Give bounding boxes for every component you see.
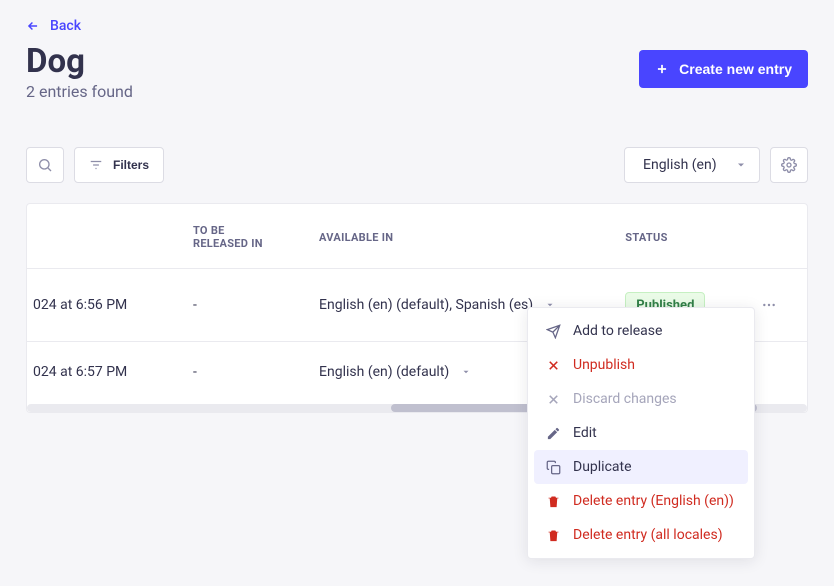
row-actions-button[interactable] — [755, 291, 783, 319]
menu-item-label: Discard changes — [573, 391, 677, 407]
locale-select-value: English (en) — [643, 157, 717, 173]
menu-unpublish[interactable]: Unpublish — [534, 348, 748, 382]
menu-item-label: Duplicate — [573, 459, 632, 475]
chevron-down-icon — [735, 159, 747, 171]
menu-edit[interactable]: Edit — [534, 416, 748, 450]
cell-to-be: - — [169, 342, 295, 403]
more-horizontal-icon — [761, 297, 777, 313]
close-icon — [546, 358, 561, 373]
page-title: Dog — [26, 44, 133, 80]
create-entry-button[interactable]: Create new entry — [639, 50, 808, 88]
trash-icon — [546, 494, 561, 509]
menu-item-label: Delete entry (all locales) — [573, 527, 723, 543]
create-entry-label: Create new entry — [679, 61, 792, 77]
available-text: English (en) (default), Spanish (es) — [319, 297, 533, 313]
search-button[interactable] — [26, 147, 64, 183]
cell-released-at: 024 at 6:56 PM — [27, 269, 169, 342]
paper-plane-icon — [546, 324, 561, 339]
row-actions-menu: Add to release Unpublish Discard changes… — [527, 307, 755, 559]
menu-item-label: Add to release — [573, 323, 662, 339]
col-available-in[interactable]: AVAILABLE IN — [295, 204, 601, 269]
cell-released-at: 024 at 6:57 PM — [27, 342, 169, 403]
arrow-left-icon — [26, 19, 40, 33]
search-icon — [37, 157, 53, 173]
col-status[interactable]: STATUS — [601, 204, 731, 269]
menu-item-label: Unpublish — [573, 357, 635, 373]
menu-duplicate[interactable]: Duplicate — [534, 450, 748, 484]
menu-item-label: Edit — [573, 425, 597, 441]
duplicate-icon — [546, 460, 561, 475]
menu-delete-locale[interactable]: Delete entry (English (en)) — [534, 484, 748, 518]
close-icon — [546, 392, 561, 407]
settings-button[interactable] — [770, 147, 808, 183]
back-label: Back — [50, 18, 81, 34]
chevron-down-icon[interactable] — [461, 367, 471, 377]
filters-label: Filters — [113, 158, 149, 172]
plus-icon — [655, 62, 669, 76]
menu-delete-all[interactable]: Delete entry (all locales) — [534, 518, 748, 552]
menu-item-label: Delete entry (English (en)) — [573, 493, 734, 509]
locale-select[interactable]: English (en) — [624, 147, 760, 183]
gear-icon — [781, 157, 797, 173]
page-subtitle: 2 entries found — [26, 82, 133, 101]
filters-button[interactable]: Filters — [74, 147, 164, 183]
pencil-icon — [546, 426, 561, 441]
menu-discard-changes: Discard changes — [534, 382, 748, 416]
filter-icon — [89, 158, 103, 172]
col-to-be-released[interactable]: TO BE RELEASED IN — [169, 204, 295, 269]
available-text: English (en) (default) — [319, 364, 449, 380]
menu-add-to-release[interactable]: Add to release — [534, 314, 748, 348]
trash-icon — [546, 528, 561, 543]
back-link[interactable]: Back — [26, 12, 81, 40]
cell-to-be: - — [169, 269, 295, 342]
